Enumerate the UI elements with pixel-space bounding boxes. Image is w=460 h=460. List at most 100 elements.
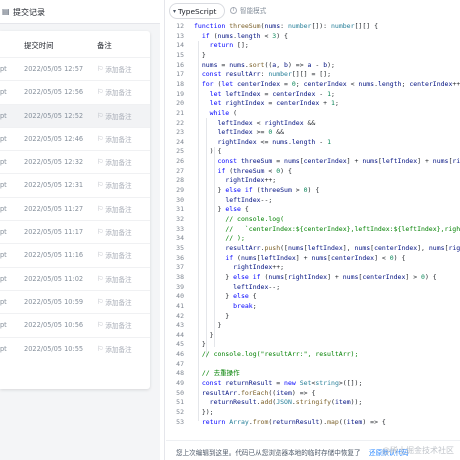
code-line: leftIndex >= 0 && xyxy=(217,128,285,137)
code-line: // 去重操作 xyxy=(201,369,240,378)
submission-table: 提交时间 备注 pt 2022/05/05 12:57 ⚐ 添加备注 pt 2022/05… xyxy=(0,31,150,389)
restore-notice: 您上次编辑到这里。代码已从您浏览器本地的临时存储中恢复了 还原默认代码 @稀土掘… xyxy=(166,440,460,460)
code-line: } xyxy=(194,50,206,59)
line-number: 50 xyxy=(176,388,184,397)
code-line: let leftIndex = centerIndex - 1; xyxy=(209,89,335,98)
code-line: const returnResult = new Set<string>([])… xyxy=(201,379,363,388)
row-time: 2022/05/05 11:16 xyxy=(24,251,84,260)
line-number: 40 xyxy=(176,292,184,301)
code-line: while ( xyxy=(209,108,238,117)
table-row[interactable]: pt 2022/05/05 11:27 ⚐ 添加备注 xyxy=(0,196,150,220)
code-line: returnResult.add(JSON.stringify(item)); xyxy=(209,398,363,407)
add-note-button[interactable]: ⚐ 添加备注 xyxy=(97,87,132,97)
table-row[interactable]: pt 2022/05/05 10:55 ⚐ 添加备注 xyxy=(0,336,150,360)
add-note-button[interactable]: ⚐ 添加备注 xyxy=(97,180,132,190)
column-time: 提交时间 xyxy=(24,41,54,50)
add-note-button[interactable]: ⚐ 添加备注 xyxy=(97,274,132,284)
code-line: }); xyxy=(194,408,214,416)
row-language: pt xyxy=(0,88,7,97)
add-note-label: 添加备注 xyxy=(105,112,132,121)
row-time: 2022/05/05 12:57 xyxy=(24,65,84,73)
editor-toolbar: ▾ TypeScript i 智能模式 xyxy=(166,0,460,22)
row-language: pt xyxy=(0,65,7,73)
table-row[interactable]: pt 2022/05/05 11:02 ⚐ 添加备注 xyxy=(0,266,150,290)
row-time: 2022/05/05 10:59 xyxy=(24,297,84,306)
table-row[interactable]: pt 2022/05/05 12:32 ⚐ 添加备注 xyxy=(0,150,150,173)
table-row[interactable]: pt 2022/05/05 12:56 ⚐ 添加备注 xyxy=(0,80,150,103)
add-note-label: 添加备注 xyxy=(105,252,132,261)
table-row[interactable]: pt 2022/05/05 12:46 ⚐ 添加备注 xyxy=(0,126,150,150)
code-line: nums = nums.sort((a, b) => a - b); xyxy=(201,60,335,69)
line-number: 48 xyxy=(176,369,184,378)
line-number: 47 xyxy=(176,359,184,368)
code-line: ) { xyxy=(194,147,222,156)
line-number: 16 xyxy=(176,60,184,69)
line-number: 53 xyxy=(176,417,184,426)
code-line: const threeSum = nums[centerIndex] + num… xyxy=(217,157,460,166)
line-number: 45 xyxy=(176,340,184,349)
add-note-label: 添加备注 xyxy=(105,159,132,168)
add-note-button[interactable]: ⚐ 添加备注 xyxy=(97,344,132,354)
table-row[interactable]: pt 2022/05/05 11:17 ⚐ 添加备注 xyxy=(0,220,150,243)
language-select[interactable]: ▾ TypeScript xyxy=(169,3,225,19)
add-note-button[interactable]: ⚐ 添加备注 xyxy=(97,297,132,307)
add-note-label: 添加备注 xyxy=(105,275,132,284)
line-number: 29 xyxy=(176,186,184,195)
add-note-label: 添加备注 xyxy=(105,229,132,238)
add-note-button[interactable]: ⚐ 添加备注 xyxy=(97,64,132,74)
code-line: if (nums[leftIndex] + nums[centerIndex] … xyxy=(225,253,406,262)
add-note-button[interactable]: ⚐ 添加备注 xyxy=(97,320,132,330)
add-note-label: 添加备注 xyxy=(105,182,132,191)
row-time: 2022/05/05 12:56 xyxy=(24,88,84,97)
table-row[interactable]: pt 2022/05/05 10:59 ⚐ 添加备注 xyxy=(0,289,150,313)
row-time: 2022/05/05 11:02 xyxy=(24,274,84,283)
code-line: function threeSum(nums: number[]): numbe… xyxy=(194,22,378,30)
add-note-button[interactable]: ⚐ 添加备注 xyxy=(97,204,132,214)
row-time: 2022/05/05 10:55 xyxy=(24,344,84,353)
table-row[interactable]: pt 2022/05/05 10:56 ⚐ 添加备注 xyxy=(0,313,150,336)
line-number: 12 xyxy=(176,22,184,30)
code-content[interactable]: function threeSum(nums: number[]): numbe… xyxy=(194,22,460,440)
code-line: } xyxy=(194,330,214,339)
smart-mode-toggle[interactable]: i 智能模式 xyxy=(230,5,266,15)
line-number: 31 xyxy=(176,205,184,214)
code-line: leftIndex < rightIndex && xyxy=(217,118,316,127)
line-number: 39 xyxy=(176,282,184,291)
line-number: 51 xyxy=(176,398,184,407)
table-row[interactable]: pt 2022/05/05 12:52 ⚐ 添加备注 xyxy=(0,103,150,127)
table-row[interactable]: pt 2022/05/05 12:57 ⚐ 添加备注 xyxy=(0,57,150,80)
row-time: 2022/05/05 11:27 xyxy=(24,204,84,213)
row-language: pt xyxy=(0,344,7,353)
table-row[interactable]: pt 2022/05/05 12:31 ⚐ 添加备注 xyxy=(0,173,150,196)
line-number: 42 xyxy=(176,311,184,320)
add-note-button[interactable]: ⚐ 添加备注 xyxy=(97,134,132,144)
code-line: // console.log("resultArr:", resultArr); xyxy=(201,350,359,359)
add-note-button[interactable]: ⚐ 添加备注 xyxy=(97,157,132,167)
add-note-label: 添加备注 xyxy=(105,322,132,331)
code-line: } else { xyxy=(194,292,257,301)
add-note-button[interactable]: ⚐ 添加备注 xyxy=(97,227,132,237)
code-line: // console.log( xyxy=(225,215,285,223)
add-note-button[interactable]: ⚐ 添加备注 xyxy=(97,250,132,260)
tab-submission-records[interactable]: ▤ 提交记录 xyxy=(0,0,51,24)
code-line: resultArr.push([nums[leftIndex], nums[ce… xyxy=(225,243,460,252)
add-note-label: 添加备注 xyxy=(105,135,132,144)
flag-icon: ⚐ xyxy=(97,134,104,143)
flag-icon: ⚐ xyxy=(97,228,104,237)
code-line: for (let centerIndex = 0; centerIndex < … xyxy=(201,79,460,88)
table-row[interactable]: pt 2022/05/05 11:16 ⚐ 添加备注 xyxy=(0,243,150,266)
table-body: pt 2022/05/05 12:57 ⚐ 添加备注 pt 2022/05/05 12:5… xyxy=(0,57,150,360)
code-editor[interactable]: 12 13 14 15 16 17 18 19 20 21 22 23 24 25 26 27 28 29 30 31… xyxy=(166,22,460,440)
code-line: } xyxy=(194,321,222,330)
panel-tabbar: ▤ 提交记录 xyxy=(0,0,160,24)
line-number: 20 xyxy=(176,99,184,108)
flag-icon: ⚐ xyxy=(97,204,104,213)
panel-divider xyxy=(164,0,165,460)
table-header: 提交时间 备注 xyxy=(0,31,150,57)
line-number: 44 xyxy=(176,330,184,339)
add-note-button[interactable]: ⚐ 添加备注 xyxy=(97,111,132,121)
line-number: 14 xyxy=(176,41,184,50)
flag-icon: ⚐ xyxy=(97,65,104,73)
line-number: 37 xyxy=(176,263,184,272)
code-line: // ); xyxy=(225,234,245,243)
